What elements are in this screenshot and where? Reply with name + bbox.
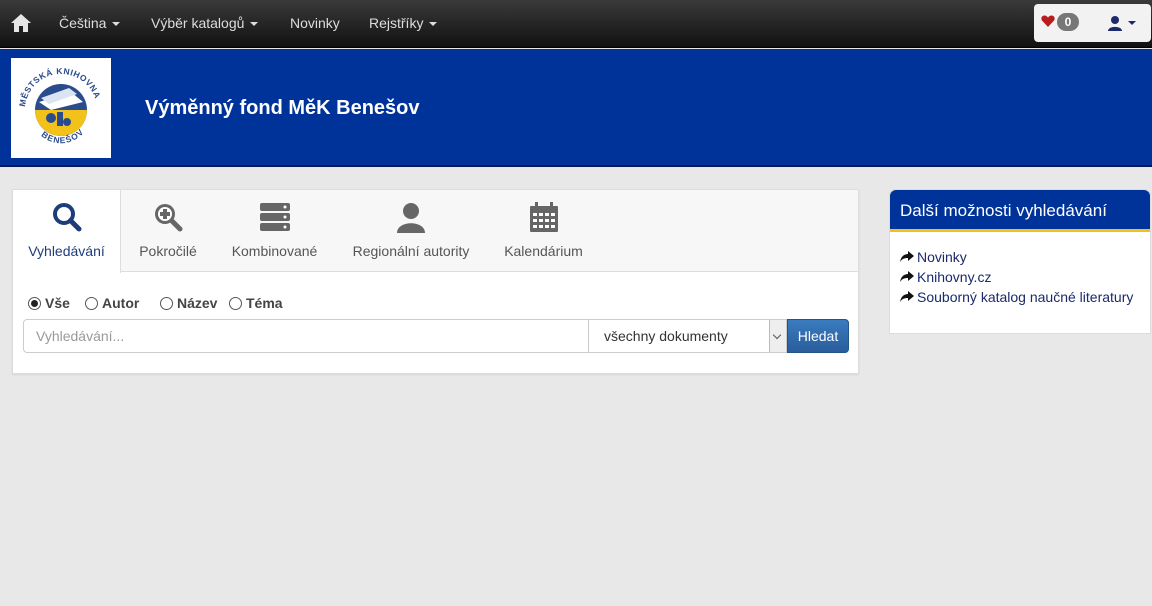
tab-regional-authorities[interactable]: Regionální autority bbox=[348, 190, 474, 272]
radio-all[interactable]: Vše bbox=[28, 295, 70, 311]
search-button[interactable]: Hledat bbox=[787, 319, 849, 353]
radio-author-label: Autor bbox=[102, 295, 140, 311]
heart-icon bbox=[1041, 15, 1055, 27]
home-icon[interactable] bbox=[10, 12, 32, 34]
link-novinky-label: Novinky bbox=[917, 249, 967, 265]
radio-title-label: Název bbox=[177, 295, 218, 311]
tab-search-label: Vyhledávání bbox=[28, 243, 105, 259]
tab-advanced-label: Pokročilé bbox=[139, 243, 197, 259]
share-arrow-icon bbox=[900, 251, 914, 262]
nav-catalog-label: Výběr katalogů bbox=[151, 15, 245, 31]
search-tabs: Vyhledávání Pokročilé Kombinované Region… bbox=[13, 190, 858, 273]
nav-catalog-select[interactable]: Výběr katalogů bbox=[151, 15, 259, 31]
site-title: Výměnný fond MěK Benešov bbox=[145, 97, 420, 119]
radio-title[interactable]: Název bbox=[160, 295, 217, 311]
radio-unchecked-icon bbox=[229, 297, 242, 310]
chevron-down-icon bbox=[250, 22, 259, 27]
radio-subject-label: Téma bbox=[246, 295, 283, 311]
zoom-plus-icon bbox=[155, 204, 183, 232]
chevron-down-icon bbox=[429, 22, 438, 27]
search-icon bbox=[53, 203, 82, 232]
radio-subject[interactable]: Téma bbox=[229, 295, 283, 311]
radio-unchecked-icon bbox=[160, 297, 173, 310]
site-banner: MĚSTSKÁ KNIHOVNA BENEŠOV Výměnný fond Mě… bbox=[0, 49, 1152, 167]
nav-registers-label: Rejstříky bbox=[369, 15, 424, 31]
tab-combined-label: Kombinované bbox=[231, 243, 318, 259]
tab-regional-authorities-label: Regionální autority bbox=[352, 243, 470, 259]
nav-registers[interactable]: Rejstříky bbox=[369, 15, 438, 31]
document-type-value: všechny dokumenty bbox=[604, 328, 728, 344]
user-icon bbox=[1108, 16, 1122, 31]
tab-search[interactable]: Vyhledávání bbox=[13, 190, 121, 273]
radio-author[interactable]: Autor bbox=[85, 295, 139, 311]
nav-language[interactable]: Čeština bbox=[59, 15, 121, 31]
server-icon bbox=[260, 203, 290, 231]
radio-checked-icon bbox=[28, 297, 41, 310]
more-search-options-panel: Další možnosti vyhledávání Novinky Kniho… bbox=[889, 189, 1151, 334]
library-logo[interactable]: MĚSTSKÁ KNIHOVNA BENEŠOV bbox=[11, 58, 111, 158]
chevron-down-icon[interactable] bbox=[769, 320, 786, 352]
nav-news-label: Novinky bbox=[290, 15, 340, 31]
link-novinky[interactable]: Novinky bbox=[900, 249, 1133, 269]
radio-unchecked-icon bbox=[85, 297, 98, 310]
link-souborny-katalog-label: Souborný katalog naučné literatury bbox=[917, 289, 1134, 305]
more-search-options-title: Další možnosti vyhledávání bbox=[890, 190, 1150, 232]
share-arrow-icon bbox=[900, 291, 914, 302]
tab-advanced[interactable]: Pokročilé bbox=[121, 190, 215, 272]
person-icon bbox=[397, 203, 425, 233]
tab-combined[interactable]: Kombinované bbox=[223, 190, 326, 272]
link-souborny-katalog[interactable]: Souborný katalog naučné literatury bbox=[900, 289, 1133, 309]
favorites-count-badge: 0 bbox=[1057, 13, 1079, 31]
user-area: 0 bbox=[1034, 4, 1151, 42]
tab-calendar-label: Kalendárium bbox=[504, 243, 583, 259]
nav-news[interactable]: Novinky bbox=[290, 15, 340, 31]
calendar-icon bbox=[530, 202, 558, 232]
nav-language-label: Čeština bbox=[59, 15, 107, 31]
chevron-down-icon bbox=[1128, 21, 1136, 25]
chevron-down-icon bbox=[112, 22, 121, 27]
search-input[interactable] bbox=[23, 319, 589, 353]
more-search-options-list: Novinky Knihovny.cz Souborný katalog nau… bbox=[900, 249, 1133, 309]
link-knihovny-cz-label: Knihovny.cz bbox=[917, 269, 992, 285]
link-knihovny-cz[interactable]: Knihovny.cz bbox=[900, 269, 1133, 289]
radio-all-label: Vše bbox=[45, 295, 70, 311]
document-type-select[interactable]: všechny dokumenty bbox=[588, 319, 787, 353]
search-panel: Vyhledávání Pokročilé Kombinované Region… bbox=[12, 189, 859, 374]
top-navbar: Čeština Výběr katalogů Novinky Rejstříky… bbox=[0, 0, 1152, 48]
tab-calendar[interactable]: Kalendárium bbox=[496, 190, 591, 272]
share-arrow-icon bbox=[900, 271, 914, 282]
library-logo-image: MĚSTSKÁ KNIHOVNA BENEŠOV bbox=[17, 66, 102, 146]
